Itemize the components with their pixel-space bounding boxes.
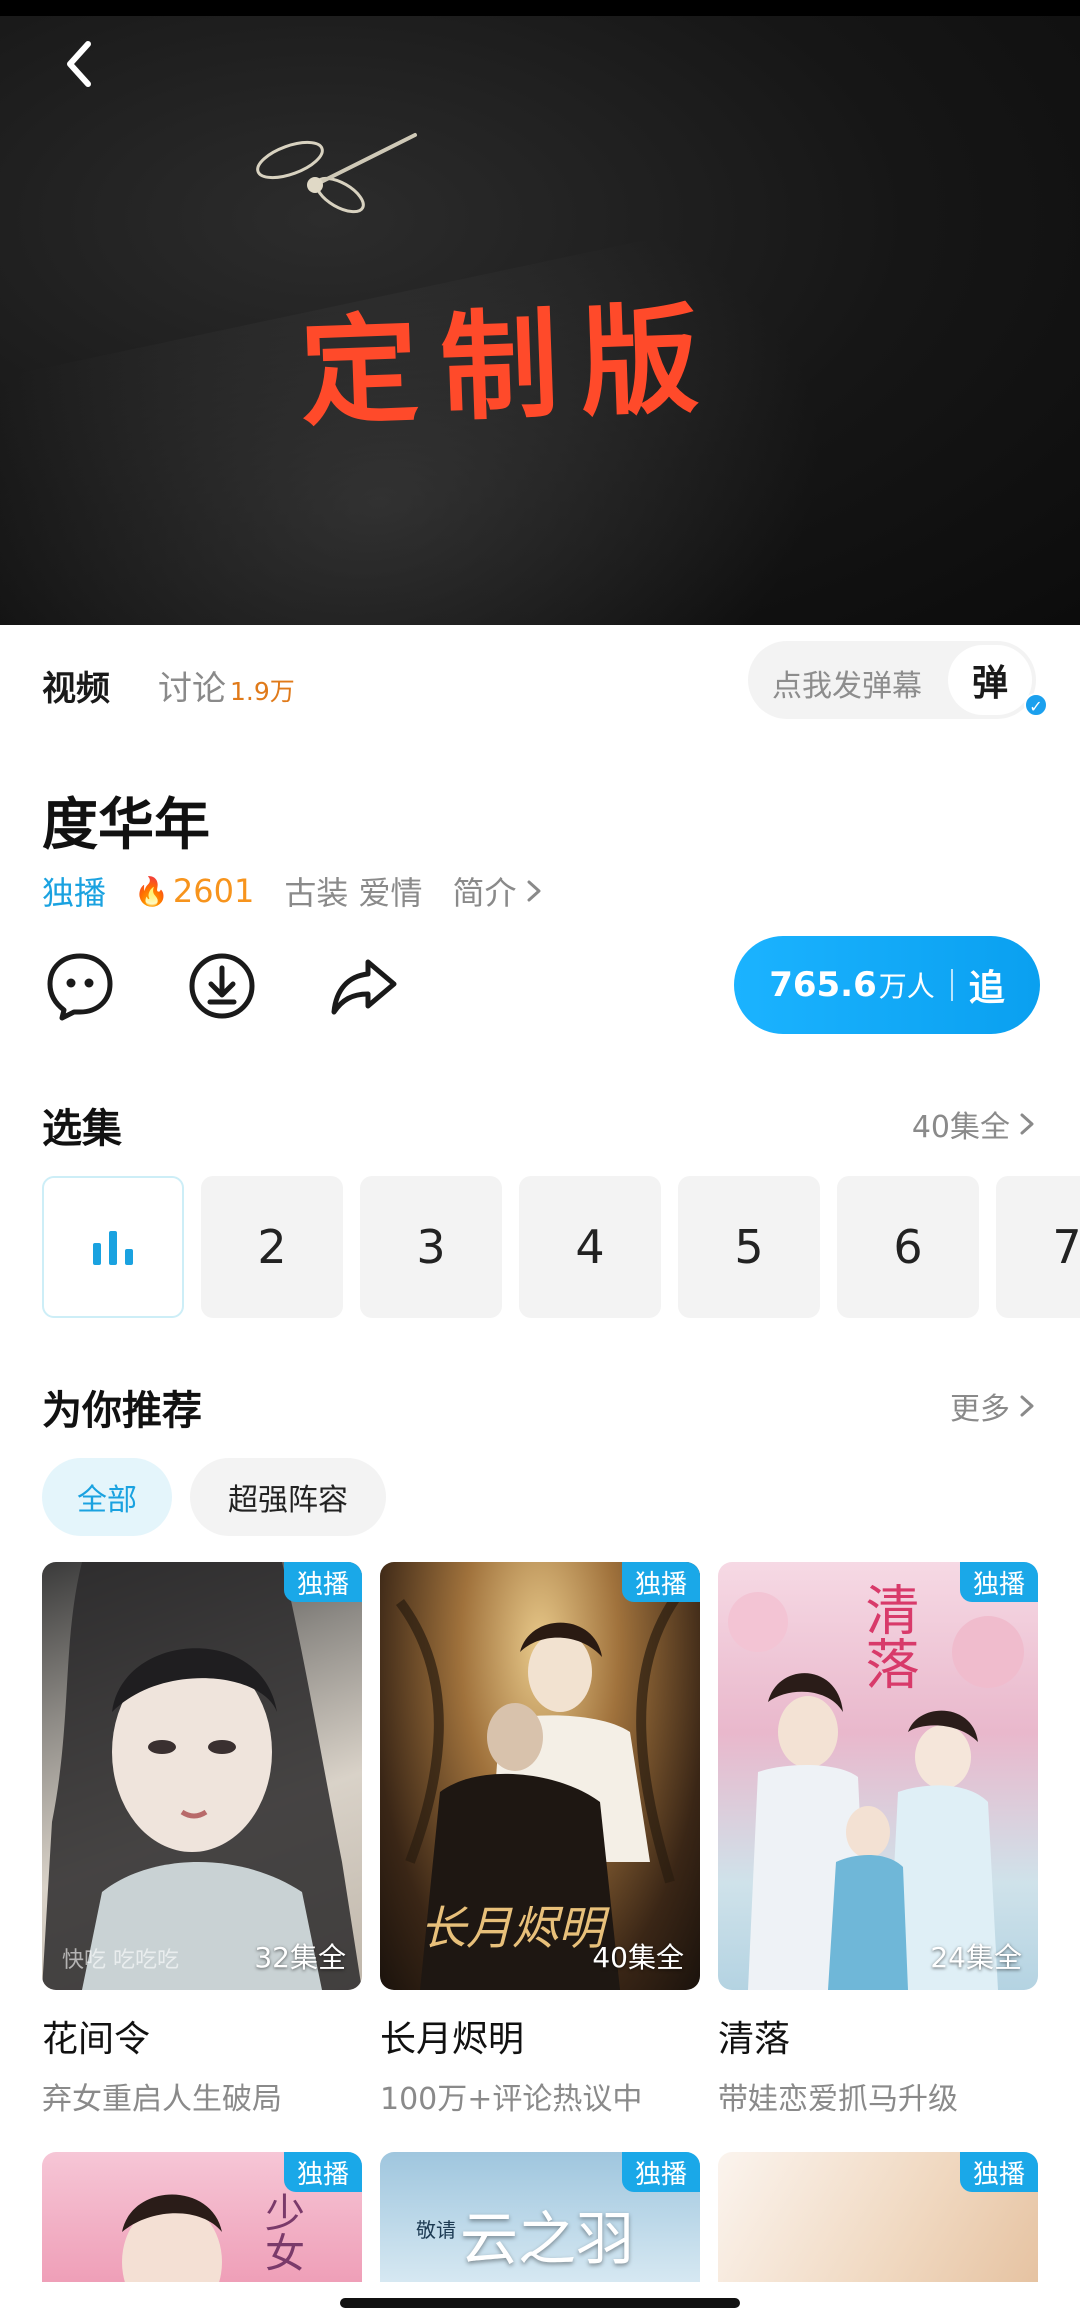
status-bar xyxy=(0,0,1080,16)
recommend-card[interactable]: 独播 xyxy=(718,2152,1038,2282)
recommend-more-label: 更多 xyxy=(950,1392,1010,1427)
danmu-box: 点我发弹幕 弹 ✓ xyxy=(748,641,1048,719)
episode-item[interactable]: 5 xyxy=(678,1176,820,1318)
recommend-card[interactable]: 快吃 吃吃吃 独播 32集全 花间令 弃女重启人生破局 xyxy=(42,1562,362,2118)
episodes-all-link[interactable]: 40集全 xyxy=(912,1102,1038,1146)
video-player[interactable]: 定制版 xyxy=(0,0,1080,625)
poster-image: 快吃 吃吃吃 独播 32集全 xyxy=(42,1562,362,1990)
exclusive-tag: 独播 xyxy=(42,874,107,912)
episode-count: 32集全 xyxy=(254,1941,346,1974)
meta-row: 独播 🔥 2601 古装 爱情 简介 xyxy=(42,868,545,914)
poster-title-art: 清落 xyxy=(856,1582,919,1690)
poster-title-art: 少女 xyxy=(258,2192,304,2272)
chip-strong-cast[interactable]: 超强阵容 xyxy=(190,1458,386,1536)
card-title: 花间令 xyxy=(42,2019,151,2060)
overlay-caption: 定制版 xyxy=(298,288,723,443)
episode-item[interactable]: 3 xyxy=(360,1176,502,1318)
card-desc: 100万+评论热议中 xyxy=(380,2082,643,2117)
follow-button[interactable]: 765.6 万人 追 xyxy=(734,936,1040,1034)
danmu-button-label: 弹 xyxy=(971,663,1008,704)
episode-count: 40集全 xyxy=(592,1941,684,1974)
follow-unit: 万人 xyxy=(878,970,935,1003)
recommend-title: 为你推荐 xyxy=(42,1388,202,1434)
exclusive-badge: 独播 xyxy=(960,1562,1038,1602)
genre-tags: 古装 爱情 xyxy=(284,874,423,912)
poster-title-art: 云之羽 xyxy=(460,2205,635,2273)
exclusive-badge: 独播 xyxy=(622,2152,700,2192)
tab-discuss[interactable]: 讨论 1.9万 xyxy=(158,661,295,710)
flame-icon: 🔥 xyxy=(134,874,169,908)
tab-row: 视频 讨论 1.9万 点我发弹幕 弹 ✓ xyxy=(0,625,1080,740)
episode-item[interactable]: 7 xyxy=(996,1176,1080,1318)
poster-title-art: 长月烬明 xyxy=(420,1901,604,1955)
chevron-right-icon xyxy=(1020,1113,1034,1135)
exclusive-badge: 独播 xyxy=(284,2152,362,2192)
card-desc: 弃女重启人生破局 xyxy=(42,2082,282,2117)
episode-item[interactable]: 4 xyxy=(519,1176,661,1318)
follow-label: 追 xyxy=(968,968,1005,1009)
divider xyxy=(950,969,953,1001)
card-title: 长月烬明 xyxy=(380,2019,525,2060)
card-desc: 带娃恋爱抓马升级 xyxy=(718,2082,958,2117)
recommend-more-link[interactable]: 更多 xyxy=(950,1384,1038,1428)
back-arrow-icon[interactable] xyxy=(52,36,108,92)
episode-item[interactable]: 2 xyxy=(201,1176,343,1318)
episode-current[interactable] xyxy=(42,1176,184,1318)
poster-image: 清落 独播 24集全 xyxy=(718,1562,1038,1990)
comment-icon[interactable] xyxy=(44,950,116,1022)
exclusive-badge: 独播 xyxy=(622,1562,700,1602)
danmu-input[interactable]: 点我发弹幕 xyxy=(772,661,922,705)
discuss-count: 1.9万 xyxy=(230,677,295,706)
exclusive-badge: 独播 xyxy=(284,1562,362,1602)
episode-item[interactable]: 6 xyxy=(837,1176,979,1318)
episode-list: 2 3 4 5 6 7 xyxy=(42,1176,1080,1318)
follow-count: 765.6 xyxy=(769,965,877,1005)
chevron-right-icon xyxy=(527,880,541,902)
moth-illustration xyxy=(256,133,417,214)
share-icon[interactable] xyxy=(328,950,400,1022)
portrait-illustration xyxy=(42,1562,362,1990)
playing-bars-icon xyxy=(93,1231,133,1265)
home-indicator[interactable] xyxy=(340,2298,740,2308)
check-icon: ✓ xyxy=(1024,693,1048,717)
heat-score: 🔥 2601 xyxy=(134,872,254,910)
heat-value: 2601 xyxy=(172,872,255,910)
exclusive-badge: 独播 xyxy=(960,2152,1038,2192)
chevron-right-icon xyxy=(1020,1395,1034,1417)
download-icon[interactable] xyxy=(186,950,258,1022)
recommend-card[interactable]: 长月烬明 独播 40集全 长月烬明 100万+评论热议中 xyxy=(380,1562,700,2118)
tab-video[interactable]: 视频 xyxy=(42,661,110,710)
recommend-card[interactable]: 敬请 云之羽 独播 xyxy=(380,2152,700,2282)
chip-all[interactable]: 全部 xyxy=(42,1458,172,1536)
tab-discuss-label: 讨论 xyxy=(158,669,226,709)
show-title: 度华年 xyxy=(42,793,210,858)
episode-count: 24集全 xyxy=(930,1941,1022,1974)
card-title: 清落 xyxy=(718,2019,791,2060)
danmu-toggle-button[interactable]: 弹 ✓ xyxy=(948,645,1048,717)
episodes-title: 选集 xyxy=(42,1106,122,1152)
episodes-all-label: 40集全 xyxy=(911,1110,1010,1145)
recommend-card[interactable]: 少女 独播 xyxy=(42,2152,362,2282)
recommend-card[interactable]: 清落 独播 24集全 清落 带娃恋爱抓马升级 xyxy=(718,1562,1038,2118)
intro-link[interactable]: 简介 xyxy=(453,868,545,914)
poster-watermark: 快吃 吃吃吃 xyxy=(62,1948,179,1973)
intro-label: 简介 xyxy=(452,874,517,912)
poster-image: 长月烬明 独播 40集全 xyxy=(380,1562,700,1990)
poster-small-text: 敬请 xyxy=(416,2218,456,2242)
